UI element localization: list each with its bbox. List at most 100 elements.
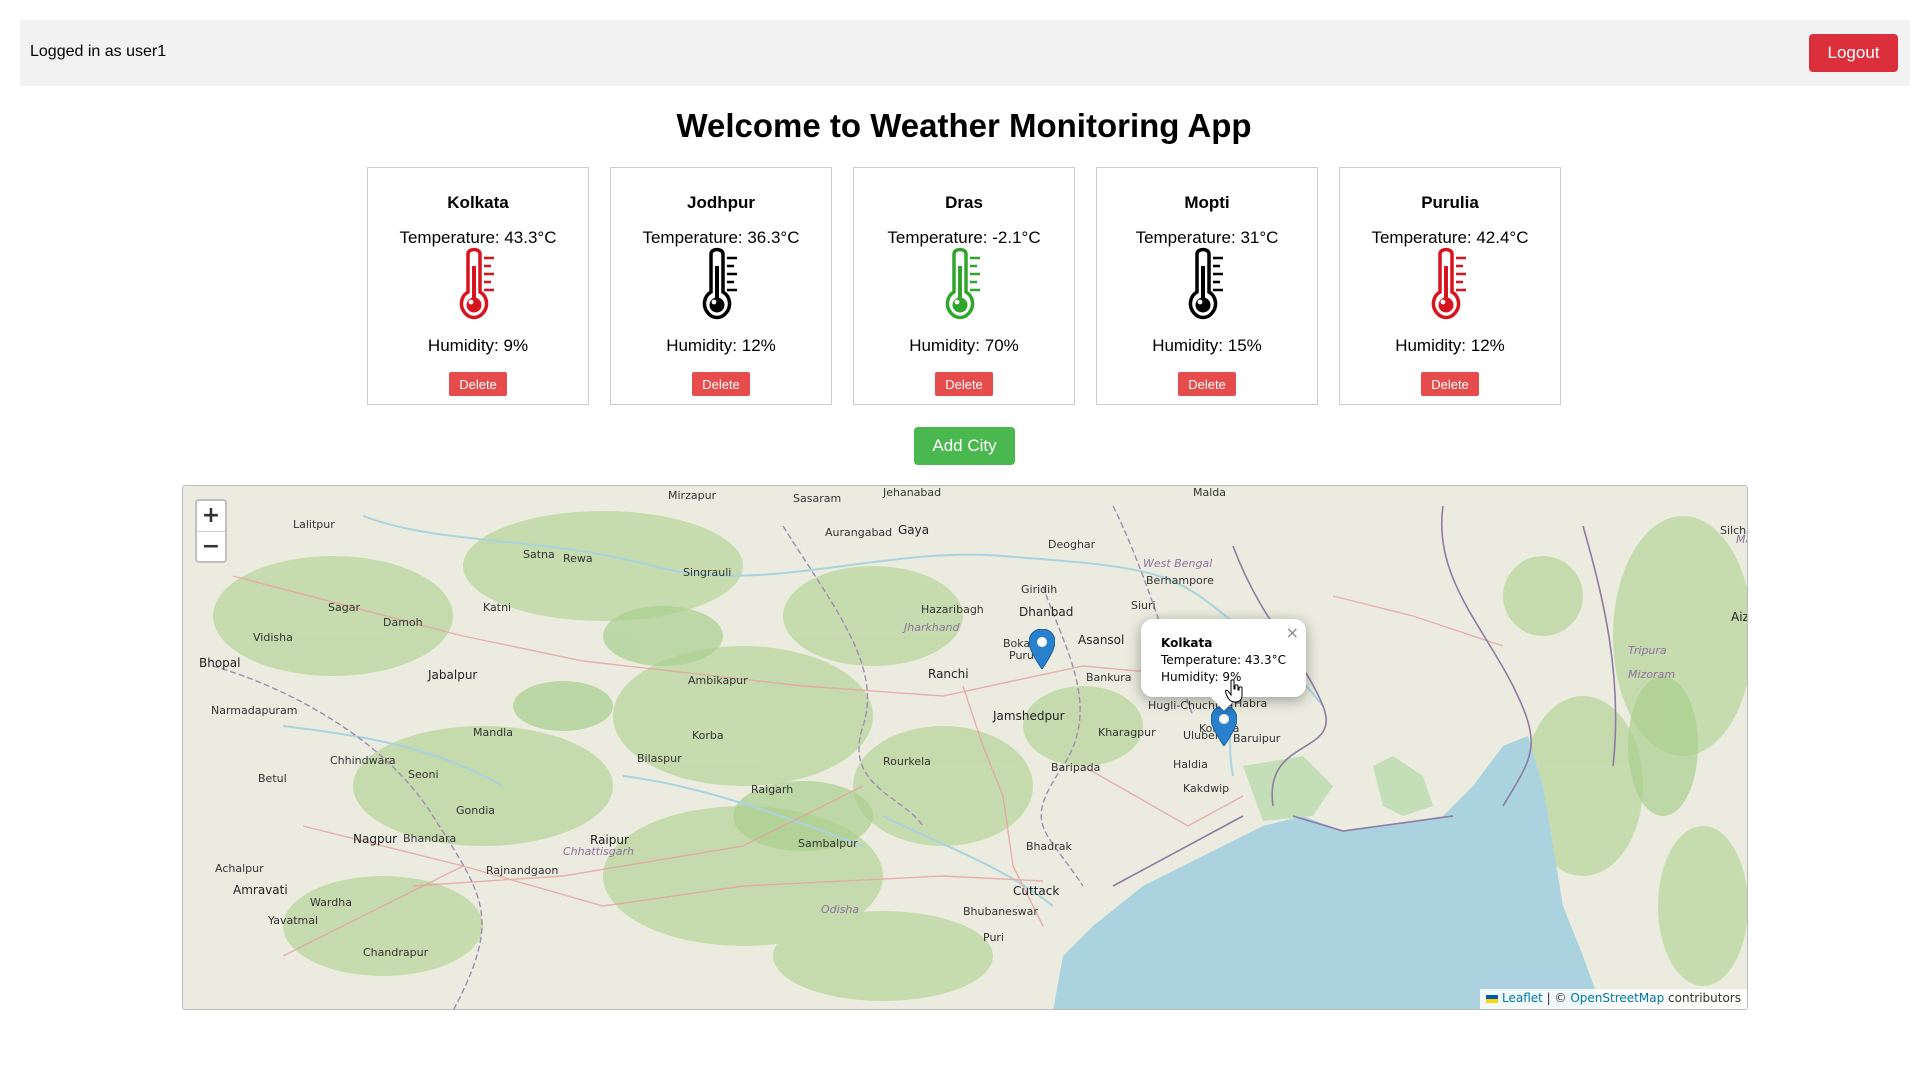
map-label: Kharagpur: [1098, 726, 1156, 739]
add-city-button[interactable]: Add City: [914, 427, 1015, 465]
map-label: Siuri: [1131, 599, 1156, 612]
map-label: Deoghar: [1048, 538, 1096, 551]
map-label: Betul: [258, 772, 287, 785]
city-card-mopti: Mopti Temperature: 31°C Humidity: 15% De…: [1096, 167, 1318, 405]
map-label: Berhampore: [1146, 574, 1214, 587]
map-popup: × Kolkata Temperature: 43.3°C Humidity: …: [1141, 619, 1306, 711]
map-label: Jabalpur: [428, 668, 478, 682]
map-attribution: Leaflet | © OpenStreetMap contributors: [1480, 989, 1747, 1009]
map-label: Jharkhand: [904, 621, 960, 634]
map-view[interactable]: + − Lalitpur Satna Rewa Mirzapur Sasaram Jeha…: [182, 485, 1748, 1010]
map-label: Bilaspur: [637, 752, 682, 765]
map-marker-kolkata[interactable]: [1211, 706, 1237, 746]
ukraine-flag-icon: [1486, 994, 1499, 1003]
city-humidity: Humidity: 15%: [1152, 336, 1262, 355]
zoom-control: + −: [195, 499, 227, 563]
map-label: Ranchi: [928, 667, 969, 681]
delete-city-button[interactable]: Delete: [692, 372, 750, 396]
leaflet-link[interactable]: Leaflet: [1502, 991, 1543, 1005]
openstreetmap-link[interactable]: OpenStreetMap: [1570, 991, 1664, 1005]
map-label: Bhandara: [403, 832, 457, 845]
map-label: Odisha: [821, 903, 860, 916]
city-card-dras: Dras Temperature: -2.1°C Humidity: 70% D…: [853, 167, 1075, 405]
map-label: Puri: [983, 931, 1004, 944]
map-label: Mirzapur: [668, 489, 717, 502]
map-label: Vidisha: [253, 631, 293, 644]
popup-close-icon[interactable]: ×: [1286, 623, 1299, 642]
map-label: Manipur: [1736, 533, 1747, 546]
map-label: Narmadapuram: [211, 704, 298, 717]
map-label: West Bengal: [1143, 557, 1213, 570]
delete-city-button[interactable]: Delete: [935, 372, 993, 396]
thermometer-icon: [1188, 247, 1223, 320]
map-label: Hazaribagh: [921, 603, 984, 616]
popup-temperature: Temperature: 43.3°C: [1161, 653, 1286, 667]
map-label: Amravati: [233, 883, 288, 897]
map-label: Gaya: [898, 523, 930, 537]
map-label: Singrauli: [683, 566, 732, 579]
city-temperature: Temperature: 42.4°C: [1371, 228, 1529, 247]
map-label: Gondia: [456, 804, 496, 817]
delete-city-button[interactable]: Delete: [1421, 372, 1479, 396]
city-card-jodhpur: Jodhpur Temperature: 36.3°C Humidity: 12…: [610, 167, 832, 405]
map-label: Satna: [523, 548, 555, 561]
map-label: Ambikapur: [688, 674, 748, 687]
map-label: Sambalpur: [798, 837, 858, 850]
thermometer-icon: [702, 247, 737, 320]
map-label: Katni: [483, 601, 512, 614]
page-title: Welcome to Weather Monitoring App: [676, 107, 1252, 144]
map-label: Chhindwara: [330, 754, 396, 767]
delete-city-button[interactable]: Delete: [1178, 372, 1236, 396]
logged-in-user-text: Logged in as user1: [30, 43, 167, 60]
map-label: Korba: [692, 729, 724, 742]
map-label: Sagar: [328, 601, 360, 614]
map-label: Yavatmal: [268, 914, 319, 927]
thermometer-icon: [945, 247, 980, 320]
map-label: Achalpur: [215, 862, 264, 875]
zoom-in-button[interactable]: +: [197, 501, 225, 531]
city-humidity: Humidity: 70%: [909, 336, 1019, 355]
zoom-out-button[interactable]: −: [197, 531, 225, 562]
map-label: Aurangabad: [825, 526, 893, 539]
map-label: Cuttack: [1013, 884, 1060, 898]
map-label: Raigarh: [751, 783, 794, 796]
map-label: Lalitpur: [293, 518, 335, 531]
map-label: Bhadrak: [1026, 840, 1072, 853]
city-card-purulia: Purulia Temperature: 42.4°C Humidity: 12…: [1339, 167, 1561, 405]
city-humidity: Humidity: 12%: [666, 336, 776, 355]
city-temperature: Temperature: 36.3°C: [642, 228, 800, 247]
city-name: Mopti: [1184, 193, 1230, 212]
city-temperature: Temperature: 31°C: [1135, 228, 1279, 247]
map-label: Jamshedpur: [993, 709, 1065, 723]
thermometer-icon: [1431, 247, 1466, 320]
delete-city-button[interactable]: Delete: [449, 372, 507, 396]
city-temperature: Temperature: -2.1°C: [887, 228, 1041, 247]
city-name: Kolkata: [447, 193, 509, 212]
map-label: Mandla: [473, 726, 513, 739]
map-label: Kakdwip: [1183, 782, 1230, 795]
top-bar: Logged in as user1 Logout: [20, 20, 1910, 86]
map-label: Asansol: [1078, 633, 1125, 647]
map-label: Bankura: [1086, 671, 1132, 684]
hand-cursor-icon: [1225, 679, 1243, 703]
popup-title: Kolkata: [1161, 636, 1213, 650]
map-label: Sasaram: [793, 492, 842, 505]
city-name: Jodhpur: [687, 193, 755, 212]
city-card-kolkata: Kolkata Temperature: 43.3°C Humidity: 9%…: [367, 167, 589, 405]
map-label: Bhubaneswar: [963, 905, 1038, 918]
city-humidity: Humidity: 9%: [427, 336, 529, 355]
map-label: Malda: [1193, 486, 1227, 499]
map-label: Wardha: [310, 896, 352, 909]
map-label: Chhattisgarh: [563, 845, 634, 858]
map-label: Rajnandgaon: [486, 864, 559, 877]
city-humidity: Humidity: 12%: [1395, 336, 1505, 355]
map-label: Dhanbad: [1019, 605, 1074, 619]
logout-button[interactable]: Logout: [1809, 34, 1898, 72]
map-label: Rewa: [563, 552, 593, 565]
map-label: Jehanabad: [883, 486, 942, 499]
city-name: Dras: [945, 193, 983, 212]
map-label: Giridih: [1021, 583, 1058, 596]
map-label: Haldia: [1173, 758, 1208, 771]
map-marker-purulia[interactable]: [1029, 629, 1055, 669]
map-label: Rourkela: [883, 755, 931, 768]
